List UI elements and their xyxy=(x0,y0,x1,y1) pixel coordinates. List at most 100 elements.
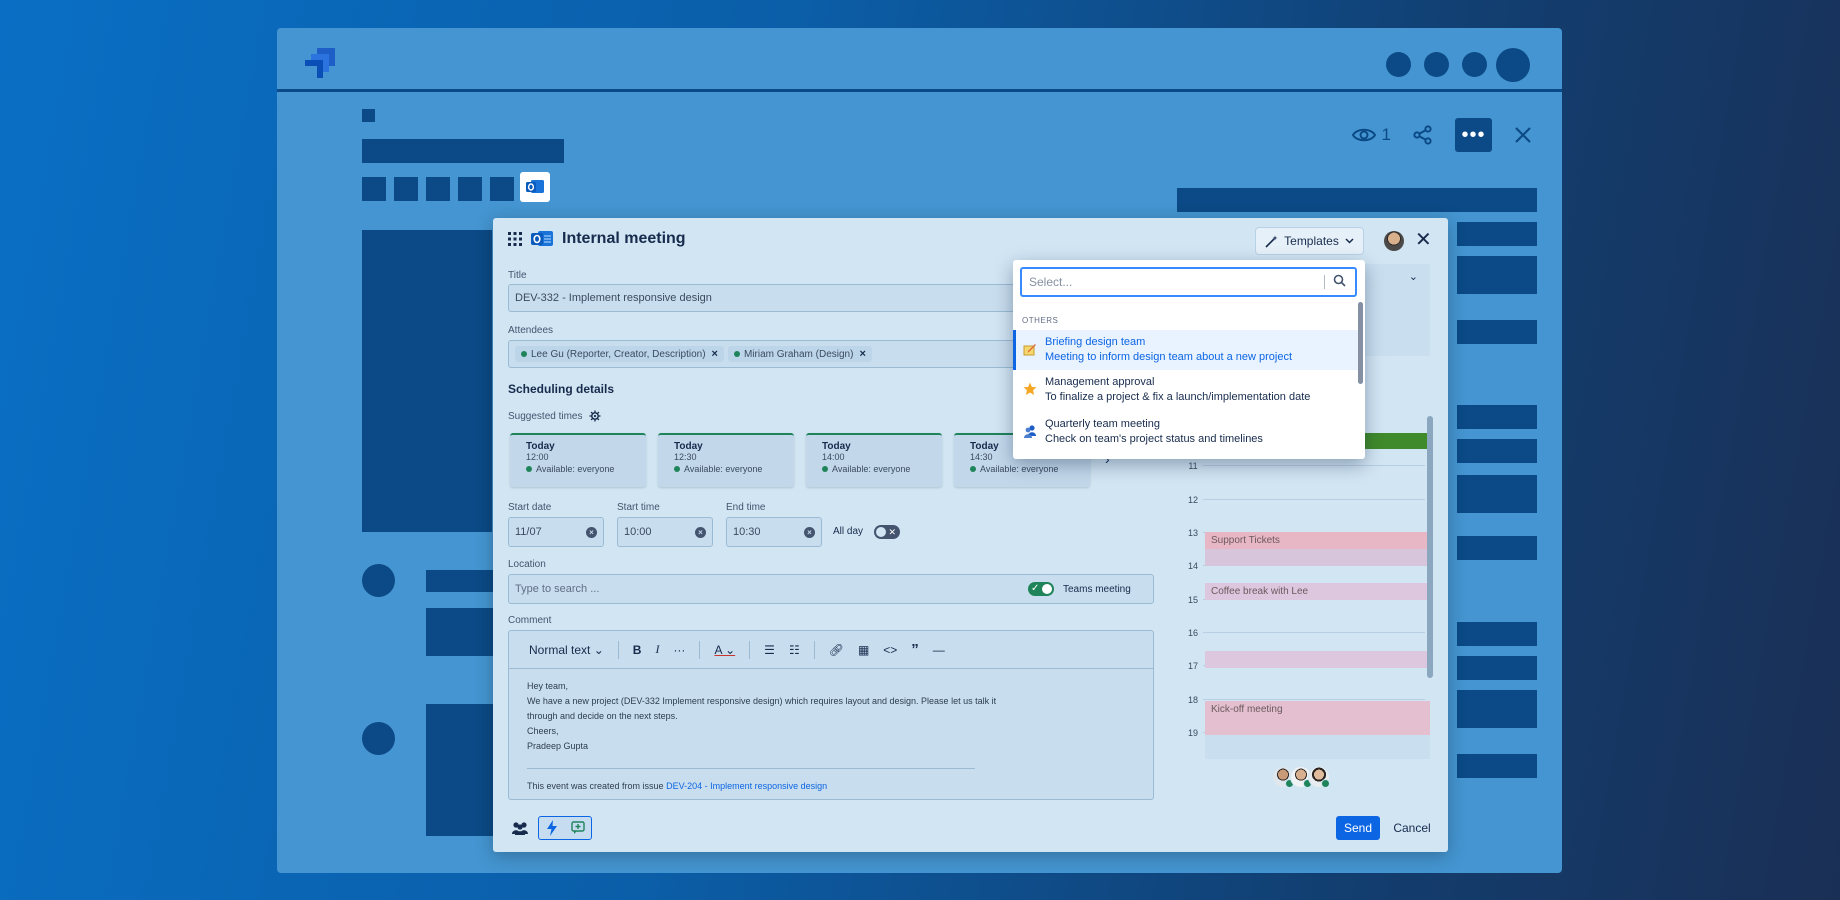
templates-dropdown: Select... OTHERS Briefing design team Me… xyxy=(1013,260,1365,459)
clear-icon[interactable]: × xyxy=(804,526,815,538)
placeholder-block xyxy=(1457,656,1537,680)
star-icon xyxy=(1023,382,1037,395)
text-color-icon[interactable]: A ⌄ xyxy=(714,643,735,657)
more-formatting-icon[interactable]: ··· xyxy=(673,643,685,657)
attendee-chip: Miriam Graham (Design) × xyxy=(727,346,872,362)
magic-wand-icon xyxy=(1265,235,1278,248)
pencil-note-icon xyxy=(1023,344,1036,356)
end-time-label: End time xyxy=(726,502,766,513)
placeholder-block xyxy=(1457,320,1537,344)
table-icon[interactable]: ▦ xyxy=(858,643,869,657)
watchers-button[interactable]: 1 xyxy=(1351,125,1391,145)
slot-availability: Available: everyone xyxy=(832,464,911,474)
template-option[interactable]: Briefing design team Meeting to inform d… xyxy=(1013,330,1358,370)
calendar-event[interactable]: Kick-off meeting xyxy=(1205,701,1430,735)
time-slot[interactable]: Today 12:30 Available: everyone xyxy=(658,433,794,487)
dropdown-scrollbar[interactable] xyxy=(1358,302,1363,384)
bold-icon[interactable]: B xyxy=(633,643,642,657)
available-dot xyxy=(970,466,976,472)
avatar[interactable] xyxy=(1308,766,1330,788)
lightning-icon[interactable] xyxy=(539,820,565,836)
calendar-event[interactable] xyxy=(1205,651,1430,668)
title-label: Title xyxy=(508,270,527,281)
title-value: DEV-332 - Implement responsive design xyxy=(515,292,712,304)
link-icon[interactable]: 🔗︎ xyxy=(829,643,844,657)
automation-group xyxy=(538,816,592,840)
code-icon[interactable]: <> xyxy=(883,643,897,657)
templates-label: Templates xyxy=(1284,234,1339,248)
calendar-scrollbar[interactable] xyxy=(1427,416,1433,678)
suggested-times-label: Suggested times xyxy=(508,410,583,422)
header-avatar[interactable] xyxy=(1496,48,1530,82)
placeholder-circle xyxy=(362,722,395,755)
template-option[interactable]: Quarterly team meeting Check on team's p… xyxy=(1013,412,1358,452)
bullet-list-icon[interactable]: ☰ xyxy=(764,643,775,657)
header-dot-3[interactable] xyxy=(1462,52,1487,77)
outlook-icon xyxy=(526,180,544,193)
user-avatar[interactable] xyxy=(1384,231,1404,251)
end-time-input[interactable]: 10:30 × xyxy=(726,517,822,547)
hour-label: 19 xyxy=(1187,728,1198,738)
start-date-input[interactable]: 11/07 × xyxy=(508,517,604,547)
attendee-avatars xyxy=(1272,766,1330,788)
online-dot xyxy=(733,351,740,357)
more-actions-button[interactable]: ••• xyxy=(1455,118,1492,152)
search-icon[interactable] xyxy=(1333,274,1346,287)
italic-icon[interactable]: I xyxy=(655,642,659,657)
clear-icon[interactable]: × xyxy=(586,526,597,538)
comment-line: Hey team, xyxy=(527,681,569,691)
time-slot[interactable]: Today 14:00 Available: everyone xyxy=(806,433,942,487)
teams-meeting-toggle[interactable]: ✓ xyxy=(1028,582,1054,596)
header-dot-2[interactable] xyxy=(1424,52,1449,77)
remove-attendee-icon[interactable]: × xyxy=(859,348,865,360)
placeholder-block xyxy=(1177,188,1537,212)
send-button[interactable]: Send xyxy=(1336,816,1380,840)
calendar-event[interactable]: Coffee break with Lee xyxy=(1205,583,1430,600)
attendees-label: Attendees xyxy=(508,325,554,336)
template-description: Meeting to inform design team about a ne… xyxy=(1045,351,1293,363)
location-input[interactable]: Type to search ... xyxy=(508,574,1154,604)
hour-label: 13 xyxy=(1187,528,1198,538)
placeholder-block xyxy=(1457,222,1537,246)
quote-icon[interactable]: ” xyxy=(911,641,919,658)
chevron-down-icon xyxy=(1345,238,1354,244)
numbered-list-icon[interactable]: ☷ xyxy=(789,643,800,657)
templates-search-input[interactable]: Select... xyxy=(1020,267,1357,297)
text-style-dropdown[interactable]: Normal text ⌄ xyxy=(529,643,604,657)
clear-icon[interactable]: × xyxy=(695,526,706,538)
time-slot[interactable]: Today 12:00 Available: everyone xyxy=(510,433,646,487)
people-icon xyxy=(1024,425,1036,438)
available-dot xyxy=(822,466,828,472)
add-comment-icon[interactable] xyxy=(565,821,591,835)
start-time-input[interactable]: 10:00 × xyxy=(617,517,713,547)
dialog-close-icon[interactable]: ✕ xyxy=(1415,230,1432,250)
templates-button[interactable]: Templates xyxy=(1256,228,1363,254)
template-option[interactable]: Management approval To finalize a projec… xyxy=(1013,370,1358,410)
gear-icon[interactable] xyxy=(589,410,601,422)
eye-icon xyxy=(1351,128,1376,142)
issue-link[interactable]: DEV-204 - Implement responsive design xyxy=(666,781,827,791)
outlook-button[interactable] xyxy=(520,172,550,202)
cancel-button[interactable]: Cancel xyxy=(1390,816,1434,840)
placeholder-block xyxy=(1457,439,1537,463)
comment-editor[interactable]: Normal text ⌄ B I ··· A ⌄ ☰ ☷ 🔗︎ ▦ <> ” … xyxy=(508,630,1154,800)
all-day-toggle[interactable]: ✕ xyxy=(874,525,900,539)
attendees-icon[interactable] xyxy=(508,816,532,840)
share-icon[interactable] xyxy=(1413,125,1433,145)
slot-day: Today xyxy=(822,441,851,452)
available-dot xyxy=(526,466,532,472)
remove-attendee-icon[interactable]: × xyxy=(712,348,718,360)
comment-body[interactable]: Hey team, We have a new project (DEV-332… xyxy=(509,669,1153,804)
calendar-event[interactable]: Support Tickets xyxy=(1205,532,1430,549)
close-page-icon[interactable] xyxy=(1514,126,1532,144)
app-grid-icon[interactable] xyxy=(508,232,522,246)
hour-label: 14 xyxy=(1187,561,1198,571)
calendar-event[interactable] xyxy=(1205,549,1430,566)
chevron-down-icon[interactable]: ⌄ xyxy=(1409,270,1418,283)
header-dot-1[interactable] xyxy=(1386,52,1411,77)
divider-icon[interactable]: — xyxy=(933,643,945,657)
slot-time: 12:30 xyxy=(674,452,697,462)
placeholder-block xyxy=(426,177,450,201)
jira-logo-icon[interactable] xyxy=(301,42,341,82)
calendar-hour-row: 12 xyxy=(1183,495,1431,529)
